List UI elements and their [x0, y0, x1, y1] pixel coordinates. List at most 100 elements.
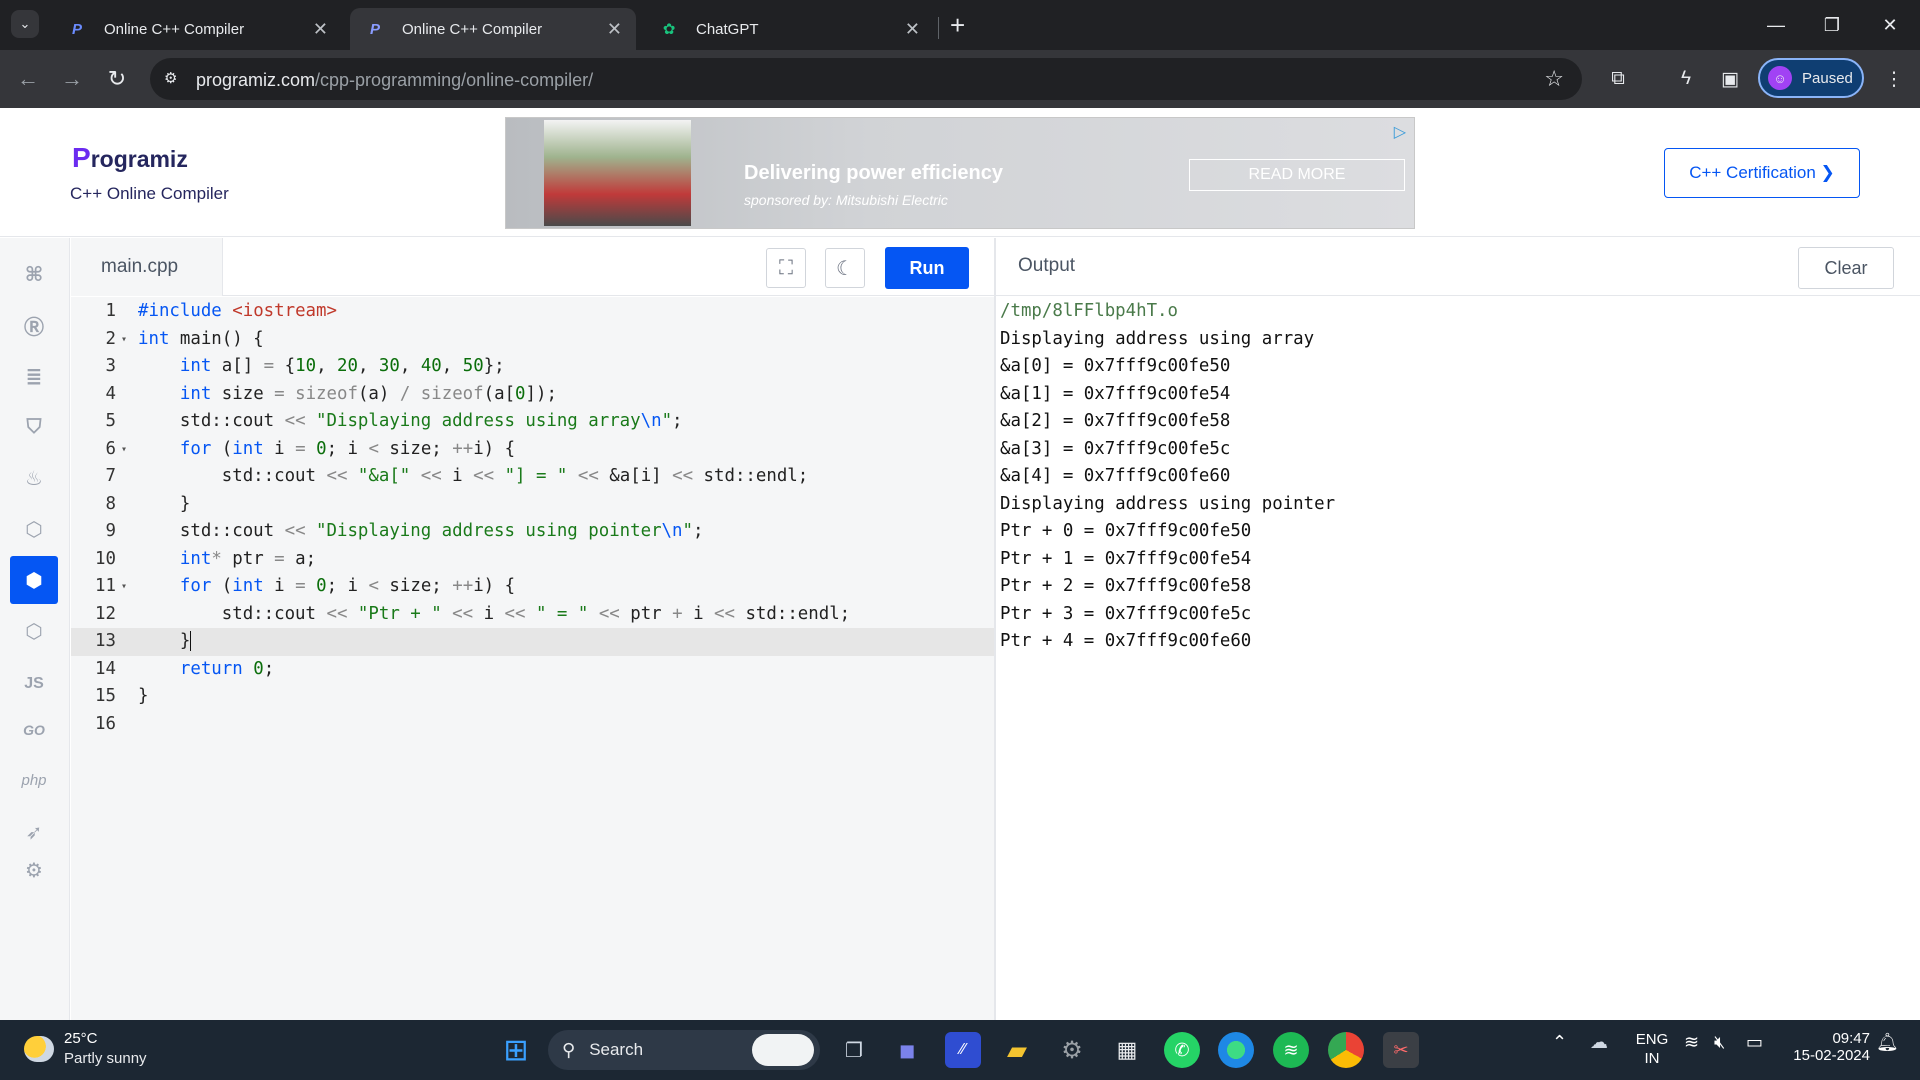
teams-meet-icon[interactable]: ◼ — [889, 1032, 925, 1068]
output-line: Ptr + 4 = 0x7fff9c00fe60 — [1000, 631, 1252, 651]
clear-button[interactable]: Clear — [1798, 247, 1894, 289]
clock-time: 09:47 — [1832, 1030, 1870, 1047]
output-console[interactable]: /tmp/8lFFlbp4hT.o Displaying address usi… — [996, 297, 1920, 1020]
site-info-icon[interactable]: ⚙ — [164, 69, 184, 89]
settings-gear-icon[interactable]: ⚙ — [1054, 1032, 1090, 1068]
ad-sponsor: sponsored by: Mitsubishi Electric — [744, 192, 948, 208]
spotify-icon[interactable]: ≋ — [1273, 1032, 1309, 1068]
tab-separator — [938, 17, 939, 39]
browser-toolbar: ← → ↻ ⚙ programiz.com/cpp-programming/on… — [0, 50, 1920, 108]
php-icon[interactable]: php — [10, 756, 58, 804]
extensions-icon[interactable]: ⧉ — [1604, 65, 1632, 93]
output-line: Ptr + 2 = 0x7fff9c00fe58 — [1000, 576, 1252, 596]
adchoices-icon[interactable]: ▷ — [1394, 122, 1406, 142]
windows-taskbar: 25°C Partly sunny ⊞ ⚲ Search ❐ ◼ ⁄⁄ ▰ ⚙ … — [0, 1020, 1920, 1080]
task-view-icon[interactable]: ❐ — [836, 1032, 872, 1068]
temperature: 25°C — [64, 1030, 98, 1047]
certification-button[interactable]: C++ Certification ❯ — [1664, 148, 1860, 198]
go-icon[interactable]: GO — [10, 706, 58, 754]
edge-icon[interactable] — [1218, 1032, 1254, 1068]
search-label: Search — [589, 1040, 644, 1059]
code-editor[interactable]: 1 #include <iostream> 2 ▾ int main() { 3 in… — [71, 297, 994, 1020]
weather-condition: Partly sunny — [64, 1050, 147, 1067]
taskbar-search[interactable]: ⚲ Search — [548, 1030, 820, 1070]
back-arrow-icon[interactable]: ← — [14, 65, 42, 93]
battery-charging-icon[interactable]: ▭ — [1746, 1032, 1763, 1053]
c-icon[interactable]: ⬡ — [10, 505, 58, 553]
forward-arrow-icon[interactable]: → — [58, 65, 86, 93]
code-line: 8 } — [71, 491, 994, 519]
window-close-icon[interactable]: ✕ — [1862, 8, 1918, 42]
whatsapp-icon[interactable]: ✆ — [1164, 1032, 1200, 1068]
snipping-tool-icon[interactable]: ✂ — [1383, 1032, 1419, 1068]
fold-arrow-icon[interactable]: ▾ — [121, 326, 127, 354]
line-number: 15 — [95, 686, 116, 706]
windows-start-icon[interactable]: ⊞ — [498, 1032, 534, 1068]
editor-toolbar: main.cpp ⛶ ☾ Run — [71, 238, 994, 296]
output-line: &a[1] = 0x7fff9c00fe54 — [1000, 383, 1231, 404]
restore-icon[interactable]: ❐ — [1804, 8, 1860, 42]
python-icon[interactable]: ⌘ — [10, 250, 58, 298]
tab-online-compiler-1[interactable]: P Online C++ Compiler ✕ — [52, 8, 342, 50]
line-number: 6 — [105, 438, 116, 459]
line-number: 10 — [95, 548, 116, 569]
close-icon[interactable]: ✕ — [313, 19, 328, 40]
microsoft-store-icon[interactable]: ▦ — [1109, 1032, 1145, 1068]
url-text[interactable]: programiz.com/cpp-programming/online-com… — [196, 70, 593, 91]
code-text: for (int i = 0; i < size; ++i) { — [179, 576, 516, 596]
cpp-icon[interactable]: ⬢ — [10, 556, 58, 604]
profile-button[interactable]: ☺ Paused — [1758, 58, 1864, 98]
site-header: Programiz C++ Online Compiler Delivering… — [0, 108, 1920, 237]
tab-search-button[interactable]: ⌄ — [11, 10, 39, 38]
language-indicator[interactable]: ENG IN — [1632, 1030, 1672, 1068]
java-icon[interactable]: ♨ — [10, 454, 58, 502]
line-number: 12 — [95, 603, 116, 624]
programiz-logo[interactable]: Programiz — [72, 142, 188, 174]
reload-icon[interactable]: ↻ — [103, 65, 131, 93]
close-icon[interactable]: ✕ — [607, 19, 622, 40]
wifi-icon[interactable]: ≋ — [1684, 1032, 1699, 1053]
notifications-bell-icon[interactable]: 🔔︎ — [1876, 1032, 1899, 1053]
programiz-icon: P — [369, 20, 380, 38]
performance-icon[interactable]: ϟ — [1672, 65, 1700, 93]
tab-chatgpt[interactable]: ✿ ChatGPT ✕ — [644, 8, 934, 50]
advertisement-banner[interactable]: Delivering power efficiency sponsored by… — [505, 117, 1415, 229]
output-line: Ptr + 3 = 0x7fff9c00fe5c — [1000, 603, 1252, 624]
bookmark-star-icon[interactable]: ☆ — [1544, 66, 1564, 92]
copilot-icon[interactable] — [752, 1034, 814, 1066]
side-panel-icon[interactable]: ▣ — [1716, 65, 1744, 93]
fold-arrow-icon[interactable]: ▾ — [121, 573, 127, 601]
rust-icon[interactable]: ⚙ — [10, 858, 58, 890]
minimize-icon[interactable]: — — [1748, 8, 1804, 42]
html5-icon[interactable]: ⛉ — [10, 403, 58, 451]
output-line: Ptr + 0 = 0x7fff9c00fe50 — [1000, 521, 1252, 541]
volume-muted-icon[interactable]: 🔇︎ — [1714, 1032, 1725, 1053]
editor-app-icon[interactable]: ⁄⁄ — [945, 1032, 981, 1068]
file-tab-main-cpp[interactable]: main.cpp — [71, 238, 223, 296]
more-menu-icon[interactable]: ⋮ — [1880, 65, 1908, 93]
show-hidden-icons-chevron-icon[interactable]: ⌃ — [1552, 1032, 1567, 1053]
address-bar[interactable]: ⚙ programiz.com/cpp-programming/online-c… — [150, 58, 1582, 100]
run-button[interactable]: Run — [885, 247, 969, 289]
chrome-icon[interactable] — [1328, 1032, 1364, 1068]
js-icon[interactable]: JS — [10, 660, 58, 708]
close-icon[interactable]: ✕ — [905, 19, 920, 40]
ad-read-more-button[interactable]: READ MORE — [1189, 159, 1405, 191]
new-tab-plus-icon[interactable]: + — [950, 10, 965, 41]
swift-icon[interactable]: ➶ — [10, 808, 58, 856]
fullscreen-icon[interactable]: ⛶ — [766, 248, 806, 288]
dark-mode-moon-icon[interactable]: ☾ — [825, 248, 865, 288]
csharp-icon[interactable]: ⬡ — [10, 607, 58, 655]
code-text: } — [138, 493, 191, 514]
file-explorer-icon[interactable]: ▰ — [999, 1032, 1035, 1068]
chevron-down-icon: ⌄ — [19, 16, 31, 31]
r-icon[interactable]: Ⓡ — [10, 301, 58, 349]
sql-icon[interactable]: ≣ — [10, 352, 58, 400]
tab-online-compiler-2[interactable]: P Online C++ Compiler ✕ — [350, 8, 636, 50]
output-line: Ptr + 1 = 0x7fff9c00fe54 — [1000, 548, 1252, 569]
system-clock[interactable]: 09:47 15-02-2024 — [1786, 1030, 1870, 1064]
fold-arrow-icon[interactable]: ▾ — [121, 436, 127, 464]
code-line: 14 return 0; — [71, 656, 994, 684]
onedrive-cloud-icon[interactable]: ☁ — [1590, 1032, 1608, 1053]
code-line: 1 #include <iostream> — [71, 298, 994, 326]
